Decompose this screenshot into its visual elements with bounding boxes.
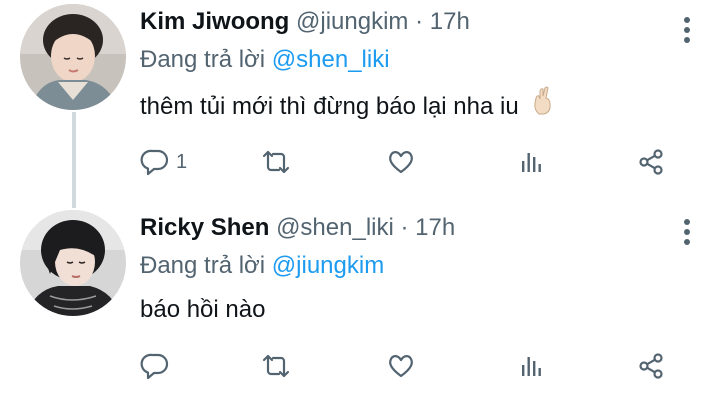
like-button[interactable]: [386, 142, 416, 182]
separator-dot: ·: [400, 214, 409, 241]
tweet-actions: [130, 346, 710, 386]
like-button[interactable]: [386, 346, 416, 386]
crossed-fingers-emoji-icon: [531, 86, 555, 129]
timestamp[interactable]: 17h: [415, 214, 455, 241]
share-button[interactable]: [636, 346, 666, 386]
tweet-actions: 1: [130, 142, 710, 182]
mention-link[interactable]: @jiungkim: [272, 252, 384, 279]
stats-button[interactable]: [516, 346, 546, 386]
mention-link[interactable]: @shen_liki: [272, 46, 390, 73]
display-name[interactable]: Kim Jiwoong: [140, 8, 289, 35]
tweet-text: báo hồi nào: [140, 290, 265, 330]
separator-dot: ·: [415, 8, 424, 35]
replying-to: Đang trả lời @jiungkim: [140, 248, 384, 284]
reply-button[interactable]: [140, 346, 176, 386]
reply-icon: [140, 149, 169, 176]
tweet[interactable]: Ricky Shen @shen_liki · 17h Đang trả lời…: [0, 200, 720, 402]
tweet-text-content: thêm tủi mới thì đừng báo lại nha iu: [140, 92, 519, 120]
retweet-icon: [262, 150, 290, 174]
tweet[interactable]: Kim Jiwoong @jiungkim · 17h Đang trả lời…: [0, 0, 720, 208]
display-name[interactable]: Ricky Shen: [140, 214, 269, 241]
user-handle[interactable]: @jiungkim: [296, 8, 408, 35]
user-handle[interactable]: @shen_liki: [276, 214, 394, 241]
stats-button[interactable]: [516, 142, 546, 182]
reply-icon: [140, 353, 169, 380]
retweet-button[interactable]: [260, 142, 292, 182]
tweet-header: Ricky Shen @shen_liki · 17h: [140, 210, 455, 246]
thread-line: [72, 112, 76, 208]
avatar[interactable]: [20, 4, 126, 110]
avatar[interactable]: [20, 210, 126, 316]
tweet-text: thêm tủi mới thì đừng báo lại nha iu: [140, 86, 555, 126]
replying-to: Đang trả lời @shen_liki: [140, 42, 390, 78]
stats-icon: [522, 153, 541, 172]
share-button[interactable]: [636, 142, 666, 182]
timestamp[interactable]: 17h: [430, 8, 470, 35]
like-icon: [389, 151, 413, 174]
reply-count: 1: [176, 150, 188, 173]
replying-to-label: Đang trả lời: [140, 252, 266, 279]
like-icon: [389, 355, 413, 378]
more-vertical-icon[interactable]: [680, 12, 694, 48]
more-vertical-icon[interactable]: [680, 214, 694, 250]
stats-icon: [522, 357, 541, 376]
reply-button[interactable]: 1: [140, 142, 187, 182]
retweet-icon: [262, 354, 290, 378]
retweet-button[interactable]: [260, 346, 292, 386]
share-icon: [639, 149, 663, 175]
replying-to-label: Đang trả lời: [140, 46, 266, 73]
tweet-header: Kim Jiwoong @jiungkim · 17h: [140, 4, 470, 40]
share-icon: [639, 353, 663, 379]
tweet-text-content: báo hồi nào: [140, 296, 266, 323]
